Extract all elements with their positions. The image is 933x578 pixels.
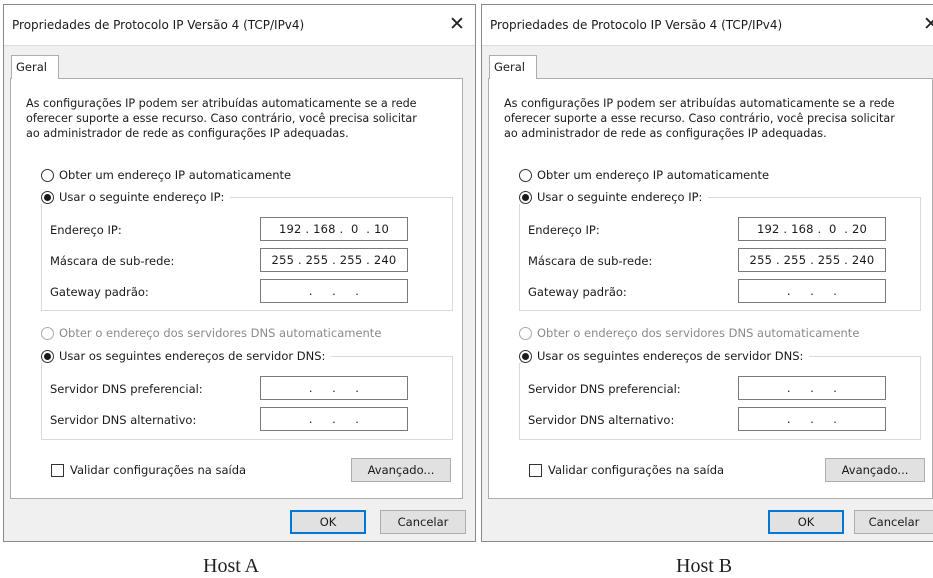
- tcpip-properties-dialog-host-a: Propriedades de Protocolo IP Versão 4 (T…: [3, 4, 476, 542]
- description-line: As configurações IP podem ser atribuídas…: [26, 97, 417, 110]
- dns-manual-radio[interactable]: Usar os seguintes endereços de servidor …: [41, 349, 332, 363]
- subnet-mask-field[interactable]: 255 . 255 . 255 . 240: [260, 248, 408, 272]
- dialog-title: Propriedades de Protocolo IP Versão 4 (T…: [490, 18, 783, 32]
- dns-alternate-field[interactable]: . . .: [260, 407, 408, 431]
- title-bar: Propriedades de Protocolo IP Versão 4 (T…: [482, 5, 933, 46]
- dns-auto-radio[interactable]: Obter o endereço dos servidores DNS auto…: [41, 326, 381, 340]
- radio-disabled-icon: [519, 326, 532, 340]
- dns-manual-label: Usar os seguintes endereços de servidor …: [59, 349, 326, 363]
- dns-alternate-label: Servidor DNS alternativo:: [50, 413, 197, 427]
- dns-auto-radio[interactable]: Obter o endereço dos servidores DNS auto…: [519, 326, 859, 340]
- tab-general-label: Geral: [494, 60, 525, 74]
- description-line: ao administrador de rede as configuraçõe…: [26, 127, 349, 140]
- radio-checked-icon: [519, 349, 532, 363]
- ip-address-label: Endereço IP:: [50, 223, 122, 237]
- gateway-field[interactable]: . . .: [260, 279, 408, 303]
- ip-address-field[interactable]: 192 . 168 . 0 . 20: [738, 217, 886, 241]
- radio-unchecked-icon: [519, 168, 532, 182]
- tab-general-label: Geral: [16, 60, 47, 74]
- dns-preferred-field[interactable]: . . .: [260, 376, 408, 400]
- validate-checkbox[interactable]: Validar configurações na saída: [529, 463, 724, 477]
- ok-button[interactable]: OK: [290, 510, 366, 534]
- tab-general[interactable]: Geral: [489, 55, 537, 79]
- dns-preferred-field[interactable]: . . .: [738, 376, 886, 400]
- dns-manual-label: Usar os seguintes endereços de servidor …: [537, 349, 804, 363]
- dns-auto-label: Obter o endereço dos servidores DNS auto…: [59, 326, 382, 340]
- general-panel: As configurações IP podem ser atribuídas…: [488, 78, 933, 499]
- advanced-button[interactable]: Avançado...: [351, 458, 451, 482]
- tcpip-properties-dialog-host-b: Propriedades de Protocolo IP Versão 4 (T…: [481, 4, 933, 542]
- advanced-button[interactable]: Avançado...: [825, 458, 925, 482]
- subnet-mask-label: Máscara de sub-rede:: [528, 254, 653, 268]
- ip-manual-radio[interactable]: Usar o seguinte endereço IP:: [519, 190, 709, 204]
- ip-manual-label: Usar o seguinte endereço IP:: [537, 190, 703, 204]
- close-icon[interactable]: ✕: [449, 13, 465, 35]
- gateway-label: Gateway padrão:: [50, 285, 149, 299]
- subnet-mask-field[interactable]: 255 . 255 . 255 . 240: [738, 248, 886, 272]
- caption-host-a: Host A: [203, 555, 260, 577]
- ip-address-label: Endereço IP:: [528, 223, 600, 237]
- dns-manual-radio[interactable]: Usar os seguintes endereços de servidor …: [519, 349, 810, 363]
- checkbox-unchecked-icon: [51, 463, 64, 477]
- checkbox-unchecked-icon: [529, 463, 542, 477]
- description-line: oferecer suporte a esse recurso. Caso co…: [504, 112, 895, 125]
- dns-alternate-field[interactable]: . . .: [738, 407, 886, 431]
- dns-preferred-label: Servidor DNS preferencial:: [50, 382, 203, 396]
- validate-label: Validar configurações na saída: [70, 463, 247, 477]
- dns-alternate-label: Servidor DNS alternativo:: [528, 413, 675, 427]
- radio-unchecked-icon: [41, 168, 54, 182]
- close-icon[interactable]: ✕: [923, 13, 933, 35]
- gateway-label: Gateway padrão:: [528, 285, 627, 299]
- title-bar: Propriedades de Protocolo IP Versão 4 (T…: [4, 5, 475, 46]
- description-text: As configurações IP podem ser atribuídas…: [26, 96, 456, 141]
- cancel-button[interactable]: Cancelar: [854, 510, 933, 534]
- radio-checked-icon: [519, 190, 532, 204]
- ip-auto-label: Obter um endereço IP automaticamente: [59, 168, 292, 182]
- ip-auto-radio[interactable]: Obter um endereço IP automaticamente: [519, 168, 769, 182]
- caption-host-b: Host B: [676, 555, 733, 577]
- radio-disabled-icon: [41, 326, 54, 340]
- ip-manual-radio[interactable]: Usar o seguinte endereço IP:: [41, 190, 231, 204]
- dialog-title: Propriedades de Protocolo IP Versão 4 (T…: [12, 18, 305, 32]
- validate-label: Validar configurações na saída: [548, 463, 725, 477]
- description-line: ao administrador de rede as configuraçõe…: [504, 127, 827, 140]
- ip-auto-label: Obter um endereço IP automaticamente: [537, 168, 770, 182]
- description-line: As configurações IP podem ser atribuídas…: [504, 97, 895, 110]
- ip-manual-label: Usar o seguinte endereço IP:: [59, 190, 225, 204]
- validate-checkbox[interactable]: Validar configurações na saída: [51, 463, 246, 477]
- gateway-field[interactable]: . . .: [738, 279, 886, 303]
- description-line: oferecer suporte a esse recurso. Caso co…: [26, 112, 417, 125]
- general-panel: As configurações IP podem ser atribuídas…: [10, 78, 463, 499]
- dns-preferred-label: Servidor DNS preferencial:: [528, 382, 681, 396]
- ok-button[interactable]: OK: [768, 510, 844, 534]
- ip-address-field[interactable]: 192 . 168 . 0 . 10: [260, 217, 408, 241]
- dns-auto-label: Obter o endereço dos servidores DNS auto…: [537, 326, 860, 340]
- radio-checked-icon: [41, 190, 54, 204]
- subnet-mask-label: Máscara de sub-rede:: [50, 254, 175, 268]
- ip-auto-radio[interactable]: Obter um endereço IP automaticamente: [41, 168, 291, 182]
- description-text: As configurações IP podem ser atribuídas…: [504, 96, 933, 141]
- cancel-button[interactable]: Cancelar: [380, 510, 466, 534]
- radio-checked-icon: [41, 349, 54, 363]
- tab-general[interactable]: Geral: [11, 55, 59, 79]
